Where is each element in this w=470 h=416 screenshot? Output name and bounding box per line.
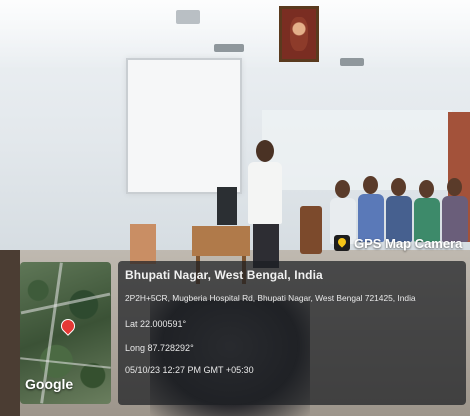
latitude-value: Lat 22.000591° xyxy=(125,319,187,329)
timestamp: 05/10/23 12:27 PM GMT +05:30 xyxy=(125,365,254,375)
location-title: Bhupati Nagar, West Bengal, India xyxy=(125,268,323,282)
ceiling-light xyxy=(340,58,364,66)
map-pin-icon xyxy=(334,235,350,251)
chair xyxy=(300,206,322,254)
map-road xyxy=(20,292,111,315)
location-address: 2P2H+5CR, Mugberia Hospital Rd, Bhupati … xyxy=(125,293,416,303)
longitude-value: Long 87.728292° xyxy=(125,343,194,353)
speaker-shirt xyxy=(248,162,282,224)
ceiling-light xyxy=(214,44,244,52)
geotag-overlay: Bhupati Nagar, West Bengal, India 2P2H+5… xyxy=(118,261,466,405)
monitor xyxy=(217,187,237,225)
wall-board xyxy=(262,110,452,190)
wall-fixture xyxy=(176,10,200,24)
map-pin-icon xyxy=(58,316,78,336)
side-table xyxy=(130,224,156,264)
badge-label: GPS Map Camera xyxy=(354,235,463,251)
foreground-shadow xyxy=(0,250,20,416)
map-road xyxy=(20,357,111,369)
map-thumbnail[interactable]: Google xyxy=(20,262,111,404)
desk xyxy=(192,226,250,284)
google-logo: Google xyxy=(25,376,74,392)
gps-map-camera-badge: GPS Map Camera xyxy=(334,232,466,254)
speaker-head xyxy=(256,140,274,162)
wall-portrait xyxy=(279,6,319,62)
whiteboard xyxy=(126,58,242,194)
